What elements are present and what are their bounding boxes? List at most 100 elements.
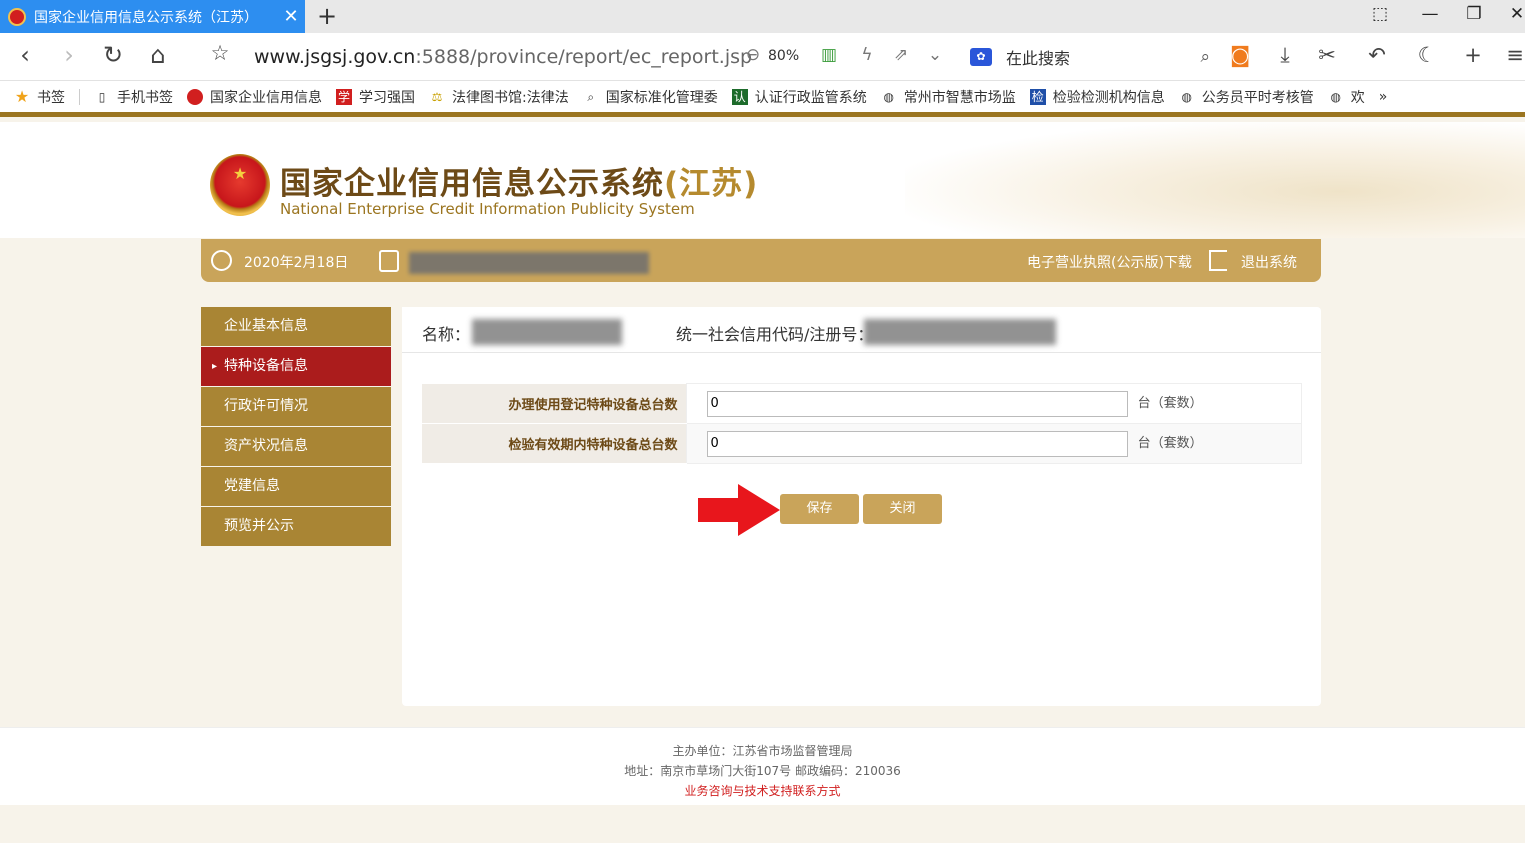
name-label: 名称： xyxy=(422,325,471,344)
bookmark-item[interactable]: 认认证行政监管系统 xyxy=(731,87,867,107)
divider xyxy=(79,88,80,105)
mountain-background xyxy=(905,122,1525,238)
user-icon xyxy=(379,250,399,272)
add-icon[interactable]: + xyxy=(1458,43,1488,67)
name-value: 厂 xyxy=(472,319,622,345)
side-menu: 企业基本信息 特种设备信息 行政许可情况 资产状况信息 党建信息 预览并公示 xyxy=(201,307,391,547)
cert-icon: 认 xyxy=(731,88,748,105)
undo-icon[interactable]: ↶ xyxy=(1362,43,1392,67)
scissors-icon[interactable]: ✂ xyxy=(1312,43,1342,67)
search-input[interactable]: 在此搜索 xyxy=(1006,45,1200,69)
bookmark-item[interactable]: ◍ 公务员平时考核管 xyxy=(1179,87,1313,107)
search-icon[interactable]: ⌕ xyxy=(1200,47,1210,67)
national-emblem-icon xyxy=(187,88,203,105)
national-emblem-icon: ★ xyxy=(210,154,270,216)
registered-total-input[interactable] xyxy=(706,390,1128,417)
tab-bar: 国家企业信用信息公示系统（江苏） ✕ + ⬚ — ❐ ✕ xyxy=(0,0,1525,33)
national-emblem-icon xyxy=(8,7,26,26)
download-icon[interactable]: ⤓ xyxy=(1270,43,1300,68)
reader-icon[interactable]: ▥ xyxy=(818,45,840,65)
license-download-link[interactable]: 电子营业执照(公示版)下载 xyxy=(1027,252,1192,272)
game-icon[interactable]: ◙ xyxy=(1225,43,1255,67)
site-title: 国家企业信用信息公示系统(江苏) xyxy=(280,166,759,202)
menu-item-preview[interactable]: 预览并公示 xyxy=(201,507,391,546)
bookmark-item[interactable]: ◍ 常州市智慧市场监 xyxy=(881,87,1015,107)
back-button[interactable]: ‹ xyxy=(10,41,40,69)
exit-link[interactable]: 退出系统 xyxy=(1241,252,1297,272)
site-subtitle: National Enterprise Credit Information P… xyxy=(280,200,695,218)
main-panel: 名称： 厂 统一社会信用代码/注册号： 92 办理使用登记特种设备总台数 台（套… xyxy=(402,307,1321,706)
forward-button[interactable]: › xyxy=(54,41,84,69)
xuexi-icon: 学 xyxy=(336,88,352,105)
lab-icon: 检 xyxy=(1029,88,1046,105)
code-label: 统一社会信用代码/注册号： xyxy=(676,325,874,344)
form-row: 办理使用登记特种设备总台数 台（套数） xyxy=(422,383,1302,424)
equipment-form: 办理使用登记特种设备总台数 台（套数） 检验有效期内特种设备总台数 台（套数） xyxy=(422,383,1302,464)
url-host: www.jsgsj.gov.cn xyxy=(254,46,416,68)
restore-button[interactable]: ❐ xyxy=(1462,4,1486,24)
bookmark-item[interactable]: ◍ 欢 xyxy=(1328,87,1364,107)
star-icon: ★ xyxy=(14,86,30,106)
save-button[interactable]: 保存 xyxy=(780,494,859,524)
share-icon[interactable]: ⇗ xyxy=(890,45,912,65)
address-bar: ‹ › ↻ ⌂ ☆ www.jsgsj.gov.cn:5888/province… xyxy=(0,33,1525,81)
globe-icon: ◍ xyxy=(1181,89,1192,104)
phone-icon: ▯ xyxy=(98,89,106,104)
enterprise-header: 名称： 厂 统一社会信用代码/注册号： 92 xyxy=(402,307,1321,353)
bookmark-item[interactable]: 学学习强国 xyxy=(336,87,415,107)
home-icon[interactable]: ⌂ xyxy=(143,41,173,69)
inspected-total-label: 检验有效期内特种设备总台数 xyxy=(422,423,686,464)
footer: 主办单位：江苏省市场监督管理局 地址：南京市草场门大街107号 邮政编码：210… xyxy=(0,727,1525,805)
zoom-icon[interactable]: ⊖ xyxy=(742,45,764,65)
footer-address: 地址：南京市草场门大街107号 邮政编码：210036 xyxy=(624,764,901,778)
bookmarks-bar: ★ 书签 ▯ 手机书签 国家企业信用信息 学学习强国 ⚖ 法律图书馆:法律法 ⌕ 国家标… xyxy=(0,81,1525,117)
menu-item-admin-license[interactable]: 行政许可情况 xyxy=(201,387,391,426)
url-field[interactable]: www.jsgsj.gov.cn:5888/province/report/ec… xyxy=(254,46,752,68)
browser-tab[interactable]: 国家企业信用信息公示系统（江苏） ✕ xyxy=(0,0,305,33)
bookmark-item[interactable]: ⌕ 国家标准化管理委 xyxy=(583,87,717,107)
lightning-icon[interactable]: ϟ xyxy=(856,45,878,65)
bookmarks-more-icon[interactable]: » xyxy=(1379,89,1388,105)
bookmark-item[interactable]: ⚖ 法律图书馆:法律法 xyxy=(429,87,569,107)
unit-label: 台（套数） xyxy=(1137,396,1203,411)
username: 您 xyxy=(409,252,649,274)
globe-icon: ◍ xyxy=(883,89,894,104)
zoom-level[interactable]: 80% xyxy=(768,48,799,64)
menu-icon[interactable]: ≡ xyxy=(1500,43,1525,67)
chevron-down-icon[interactable]: ⌄ xyxy=(924,45,946,65)
bookmark-item[interactable]: ▯ 手机书签 xyxy=(94,87,173,107)
unit-label: 台（套数） xyxy=(1137,436,1203,451)
search-box[interactable]: ✿ 在此搜索 ⌕ xyxy=(970,41,1210,73)
red-arrow-icon xyxy=(698,484,780,536)
minimize-button[interactable]: — xyxy=(1418,4,1442,24)
form-row: 检验有效期内特种设备总台数 台（套数） xyxy=(422,423,1302,464)
new-tab-button[interactable]: + xyxy=(314,2,340,30)
exit-icon[interactable] xyxy=(1209,250,1227,271)
magnifier-icon: ⌕ xyxy=(587,89,595,104)
menu-item-assets[interactable]: 资产状况信息 xyxy=(201,427,391,466)
bookmark-item[interactable]: 国家企业信用信息 xyxy=(187,87,322,107)
url-path: :5888/province/report/ec_report.jsp xyxy=(415,46,753,68)
site-header: ★ 国家企业信用信息公示系统(江苏) National Enterprise C… xyxy=(0,122,1525,238)
star-icon[interactable]: ☆ xyxy=(205,41,235,65)
bookmark-item[interactable]: 检检验检测机构信息 xyxy=(1029,87,1165,107)
close-window-button[interactable]: ✕ xyxy=(1505,4,1525,24)
menu-item-special-equipment[interactable]: 特种设备信息 xyxy=(201,347,391,386)
footer-sponsor: 主办单位：江苏省市场监督管理局 xyxy=(672,744,853,758)
inspected-total-input[interactable] xyxy=(706,430,1128,457)
menu-item-party[interactable]: 党建信息 xyxy=(201,467,391,506)
moon-icon[interactable]: ☾ xyxy=(1412,43,1442,67)
paw-icon[interactable]: ✿ xyxy=(970,48,992,66)
current-date: 2020年2月18日 xyxy=(244,255,349,271)
code-value: 92 xyxy=(864,319,1056,345)
close-button[interactable]: 关闭 xyxy=(863,494,942,524)
menu-item-basic-info[interactable]: 企业基本信息 xyxy=(201,307,391,346)
reload-icon[interactable]: ↻ xyxy=(98,41,128,69)
registered-total-cell: 台（套数） xyxy=(685,383,1302,424)
bookmark-item[interactable]: ★ 书签 xyxy=(14,87,65,107)
footer-contact-link[interactable]: 业务咨询与技术支持联系方式 xyxy=(0,782,1525,799)
shirt-icon[interactable]: ⬚ xyxy=(1368,4,1392,24)
tab-close-icon[interactable]: ✕ xyxy=(277,6,305,27)
clock-icon xyxy=(211,250,232,271)
inspected-total-cell: 台（套数） xyxy=(685,423,1302,464)
